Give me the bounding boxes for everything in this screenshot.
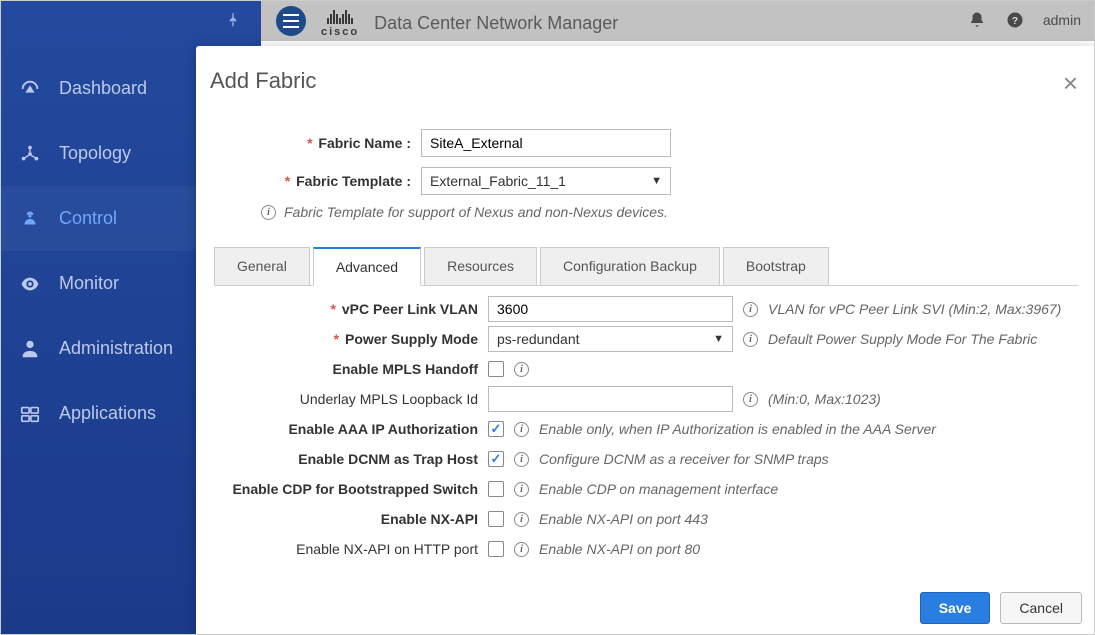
sidebar-item-label: Control — [59, 208, 117, 229]
info-icon[interactable]: i — [514, 542, 529, 557]
enable-nx-api-checkbox[interactable] — [488, 511, 504, 527]
control-icon — [19, 208, 41, 230]
sidebar-item-label: Topology — [59, 143, 131, 164]
fabric-name-label: Fabric Name : — [318, 135, 411, 151]
tab-bootstrap[interactable]: Bootstrap — [723, 247, 829, 286]
enable-mpls-handoff-checkbox[interactable] — [488, 361, 504, 377]
field-label: Enable DCNM as Trap Host — [226, 451, 488, 467]
info-icon[interactable]: i — [514, 482, 529, 497]
info-icon[interactable]: i — [743, 302, 758, 317]
info-icon[interactable]: i — [514, 422, 529, 437]
field-description: Enable only, when IP Authorization is en… — [539, 421, 936, 437]
form-row: Enable NX-API i Enable NX-API on port 443 — [226, 504, 1078, 534]
info-icon: i — [261, 205, 276, 220]
sidebar-item-label: Dashboard — [59, 78, 147, 99]
info-icon[interactable]: i — [743, 332, 758, 347]
select-value: ps-redundant — [497, 331, 580, 347]
tabs: GeneralAdvancedResourcesConfiguration Ba… — [214, 246, 1078, 286]
sidebar-item-label: Applications — [59, 403, 156, 424]
tab-configuration-backup[interactable]: Configuration Backup — [540, 247, 720, 286]
dashboard-icon — [19, 78, 41, 100]
form-row: Enable NX-API on HTTP port i Enable NX-API… — [226, 534, 1078, 564]
enable-nx-api-on-http-port-checkbox[interactable] — [488, 541, 504, 557]
brand-name: cisco — [321, 26, 359, 38]
monitor-icon — [19, 273, 41, 295]
field-label: Enable CDP for Bootstrapped Switch — [226, 481, 488, 497]
form-row: * Power Supply Mode ps-redundant ▼ i Default… — [226, 324, 1078, 354]
administration-icon — [19, 338, 41, 360]
info-icon[interactable]: i — [514, 452, 529, 467]
form-row: Enable CDP for Bootstrapped Switch i Enabl… — [226, 474, 1078, 504]
menu-toggle-button[interactable] — [276, 6, 306, 36]
info-icon[interactable]: i — [743, 392, 758, 407]
tab-general[interactable]: General — [214, 247, 310, 286]
form-row: Underlay MPLS Loopback Id i (Min:0, Max:10… — [226, 384, 1078, 414]
cisco-logo: cisco — [321, 8, 359, 38]
sidebar-item-label: Administration — [59, 338, 173, 359]
template-hint: Fabric Template for support of Nexus and… — [284, 204, 668, 220]
form-row: Enable MPLS Handoff i — [226, 354, 1078, 384]
form-row: * vPC Peer Link VLAN i VLAN for vPC Peer L… — [226, 294, 1078, 324]
field-description: (Min:0, Max:1023) — [768, 391, 881, 407]
app-title: Data Center Network Manager — [374, 13, 618, 34]
field-label: Enable AAA IP Authorization — [226, 421, 488, 437]
field-description: Enable CDP on management interface — [539, 481, 778, 497]
notifications-icon[interactable] — [967, 10, 987, 30]
modal-title: Add Fabric — [210, 68, 316, 94]
fabric-template-select[interactable]: External_Fabric_11_1 ▼ — [421, 167, 671, 195]
field-description: Enable NX-API on port 443 — [539, 511, 708, 527]
user-label[interactable]: admin — [1043, 12, 1081, 28]
vpc-peer-link-vlan-input[interactable] — [488, 296, 733, 322]
tab-resources[interactable]: Resources — [424, 247, 537, 286]
info-icon[interactable]: i — [514, 512, 529, 527]
advanced-tab-content: * vPC Peer Link VLAN i VLAN for vPC Peer L… — [214, 286, 1078, 581]
topology-icon — [19, 143, 41, 165]
field-label: * Power Supply Mode — [226, 331, 488, 347]
field-label: Enable MPLS Handoff — [226, 361, 488, 377]
fabric-template-label: Fabric Template : — [296, 173, 411, 189]
field-label: Underlay MPLS Loopback Id — [226, 391, 488, 407]
svg-text:?: ? — [1012, 15, 1018, 27]
applications-icon — [19, 403, 41, 425]
fabric-template-value: External_Fabric_11_1 — [430, 173, 566, 189]
brand: cisco Data Center Network Manager — [321, 8, 618, 38]
power-supply-mode-select[interactable]: ps-redundant ▼ — [488, 326, 733, 352]
field-description: Default Power Supply Mode For The Fabric — [768, 331, 1037, 347]
tab-advanced[interactable]: Advanced — [313, 247, 421, 286]
chevron-down-icon: ▼ — [651, 175, 662, 187]
cancel-button[interactable]: Cancel — [1000, 592, 1082, 624]
fabric-name-input[interactable] — [421, 129, 671, 157]
form-row: Enable AAA IP Authorization i Enable only,… — [226, 414, 1078, 444]
field-label: * vPC Peer Link VLAN — [226, 301, 488, 317]
field-description: Configure DCNM as a receiver for SNMP tr… — [539, 451, 829, 467]
field-label: Enable NX-API on HTTP port — [226, 541, 488, 557]
hamburger-icon — [283, 14, 299, 28]
field-label: Enable NX-API — [226, 511, 488, 527]
help-icon[interactable]: ? — [1005, 10, 1025, 30]
save-button[interactable]: Save — [920, 592, 991, 624]
info-icon[interactable]: i — [514, 362, 529, 377]
close-button[interactable]: × — [1055, 64, 1086, 103]
enable-cdp-for-bootstrapped-switch-checkbox[interactable] — [488, 481, 504, 497]
enable-aaa-ip-authorization-checkbox[interactable] — [488, 421, 504, 437]
pin-icon[interactable] — [225, 11, 241, 29]
enable-dcnm-as-trap-host-checkbox[interactable] — [488, 451, 504, 467]
add-fabric-modal: Add Fabric × * Fabric Name : * Fabric Te… — [196, 46, 1095, 635]
sidebar-item-label: Monitor — [59, 273, 119, 294]
field-description: VLAN for vPC Peer Link SVI (Min:2, Max:3… — [768, 301, 1061, 317]
underlay-mpls-loopback-id-input[interactable] — [488, 386, 733, 412]
field-description: Enable NX-API on port 80 — [539, 541, 700, 557]
chevron-down-icon: ▼ — [713, 333, 724, 345]
form-row: Enable DCNM as Trap Host i Configure DCNM … — [226, 444, 1078, 474]
